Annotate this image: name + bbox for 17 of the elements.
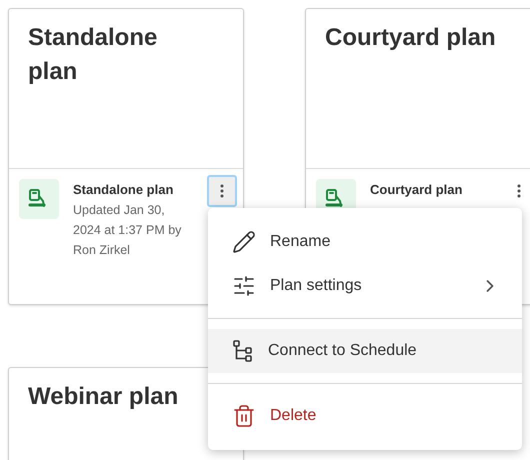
- more-options-button[interactable]: [207, 175, 237, 207]
- pencil-icon: [232, 230, 256, 254]
- hierarchy-icon: [232, 339, 254, 363]
- plan-name: Courtyard plan: [370, 181, 464, 199]
- menu-item[interactable]: Delete: [208, 394, 522, 438]
- updated-text: Updated Jan 30, 2024 at 1:37 PM by Ron Zirkel: [73, 202, 182, 259]
- card-title: Standalone plan: [28, 23, 158, 87]
- trash-icon: [232, 404, 256, 428]
- card-title: Courtyard plan: [325, 23, 497, 53]
- menu-item[interactable]: Connect to Schedule: [208, 329, 522, 373]
- kebab-icon: [220, 184, 224, 198]
- plan-name: Standalone plan: [73, 181, 174, 199]
- kebab-icon: [517, 184, 521, 198]
- menu-item[interactable]: Plan settings: [208, 264, 522, 308]
- card-title: Webinar plan: [28, 382, 180, 412]
- sliders-icon: [232, 274, 256, 298]
- menu-item[interactable]: Rename: [208, 220, 522, 264]
